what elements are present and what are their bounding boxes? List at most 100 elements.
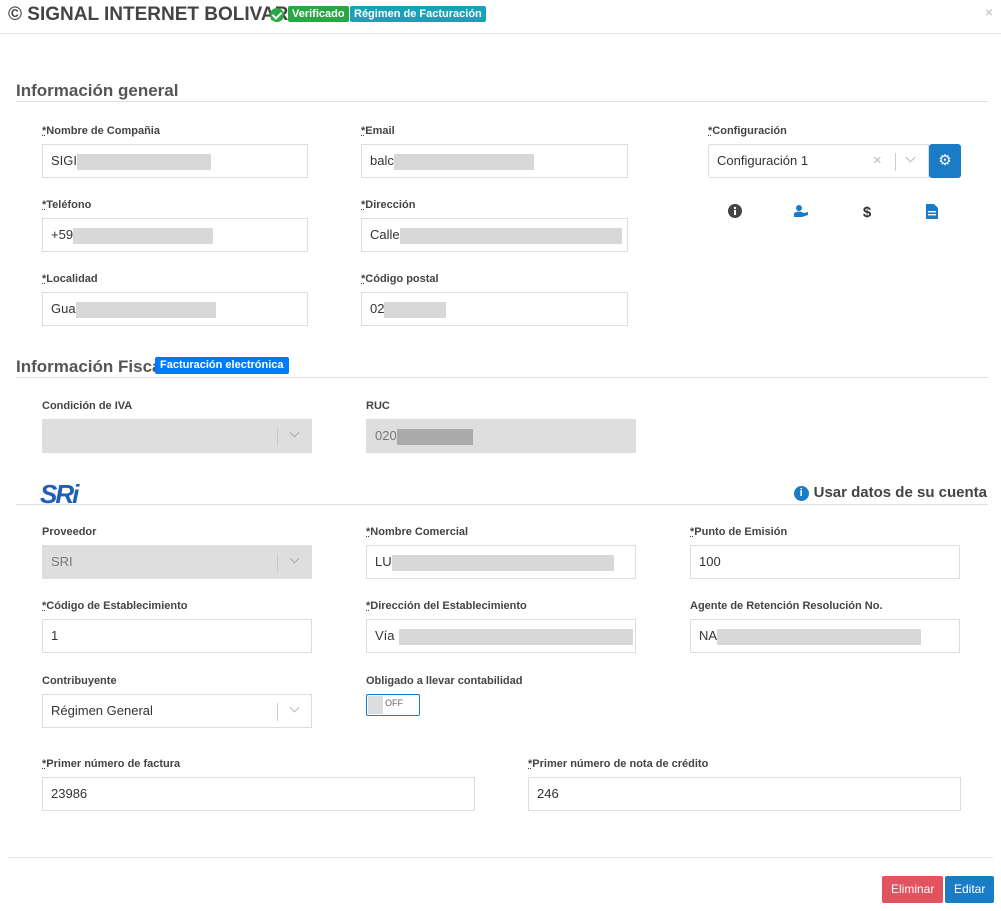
company-label: *Nombre de Compañia <box>42 125 160 137</box>
establishment-address-input[interactable]: Vía <box>366 619 636 653</box>
redacted-block <box>391 554 614 571</box>
redacted-block <box>384 301 447 318</box>
clear-icon[interactable]: × <box>873 145 882 177</box>
regimen-badge: Régimen de Facturación <box>350 6 486 22</box>
retention-agent-label: Agente de Retención Resolución No. <box>690 600 883 612</box>
general-section-title: Información general <box>16 81 179 100</box>
select-separator <box>895 153 896 171</box>
commercial-name-value: LU <box>375 554 392 569</box>
delete-button[interactable]: Eliminar <box>882 876 944 903</box>
modal-header: © SIGNAL INTERNET BOLIVAR Verificado Rég… <box>0 0 1001 34</box>
config-value: Configuración 1 <box>717 153 809 168</box>
select-separator <box>277 703 278 721</box>
provider-select: SRI <box>42 545 312 579</box>
gear-icon: ⚙ <box>938 152 952 169</box>
accounting-label: Obligado a llevar contabilidad <box>366 675 523 687</box>
verified-badge: Verificado <box>288 6 349 22</box>
required-marker: * <box>361 125 366 137</box>
required-marker: * <box>42 199 47 211</box>
redacted-block <box>393 153 534 170</box>
address-value: Calle <box>370 227 400 242</box>
required-marker: * <box>528 758 533 770</box>
ruc-label: RUC <box>366 400 390 412</box>
first-credit-note-label: *Primer número de nota de crédito <box>528 758 709 770</box>
document-icon[interactable] <box>922 204 942 223</box>
required-marker: * <box>42 600 47 612</box>
redacted-block <box>399 227 622 244</box>
dollar-icon[interactable]: $ <box>857 204 877 221</box>
section-divider <box>16 504 988 505</box>
use-account-data-link[interactable]: i Usar datos de su cuenta <box>793 484 987 501</box>
retention-agent-value: NA <box>699 628 718 643</box>
address-label: *Dirección <box>361 199 416 211</box>
required-marker: * <box>42 273 47 285</box>
emission-point-input[interactable]: 100 <box>690 545 960 579</box>
address-input[interactable]: Calle <box>361 218 628 252</box>
footer-divider <box>8 857 993 858</box>
ruc-value: 020 <box>375 428 397 443</box>
phone-value: +59 <box>51 227 74 242</box>
commercial-name-input[interactable]: LU <box>366 545 636 579</box>
postal-input[interactable]: 02 <box>361 292 628 326</box>
commercial-name-label: *Nombre Comercial <box>366 526 469 538</box>
chevron-down-icon[interactable] <box>905 152 916 163</box>
establishment-code-input[interactable]: 1 <box>42 619 312 653</box>
required-marker: * <box>366 526 371 538</box>
iva-select <box>42 419 312 453</box>
redacted-block <box>398 628 633 645</box>
required-marker: * <box>708 125 713 137</box>
establishment-code-label: *Código de Establecimiento <box>42 600 188 612</box>
email-label: *Email <box>361 125 395 137</box>
required-marker: * <box>42 758 47 770</box>
retention-agent-input[interactable]: NA <box>690 619 960 653</box>
taxpayer-label: Contribuyente <box>42 675 117 687</box>
redacted-block <box>717 628 922 645</box>
chevron-down-icon <box>289 553 300 564</box>
fiscal-section-title: Información Fiscal <box>16 357 167 376</box>
required-marker: * <box>361 199 366 211</box>
required-marker: * <box>42 125 47 137</box>
chevron-down-icon <box>289 427 300 438</box>
provider-value: SRI <box>51 554 73 569</box>
edit-button[interactable]: Editar <box>945 876 995 903</box>
close-icon[interactable]: × <box>985 4 993 20</box>
info-icon: i <box>793 486 809 501</box>
ruc-input: 020 <box>366 419 636 453</box>
info-icon[interactable] <box>725 204 745 222</box>
email-value: balc <box>370 153 394 168</box>
establishment-address-label: *Dirección del Establecimiento <box>366 600 527 612</box>
config-settings-button[interactable]: ⚙ <box>929 144 961 178</box>
config-label: *Configuración <box>708 125 787 137</box>
email-input[interactable]: balc <box>361 144 628 178</box>
phone-label: *Teléfono <box>42 199 92 211</box>
electronic-billing-badge: Facturación electrónica <box>155 357 289 374</box>
company-input[interactable]: SIGI <box>42 144 308 178</box>
required-marker: * <box>690 526 695 538</box>
first-credit-note-input[interactable]: 246 <box>528 777 961 811</box>
redacted-block <box>77 153 212 170</box>
chevron-down-icon[interactable] <box>289 702 300 713</box>
config-select[interactable]: Configuración 1 × <box>708 144 929 178</box>
taxpayer-value: Régimen General <box>51 703 153 718</box>
user-hand-icon[interactable] <box>791 204 811 222</box>
taxpayer-select[interactable]: Régimen General <box>42 694 312 728</box>
phone-input[interactable]: +59 <box>42 218 308 252</box>
first-invoice-label: *Primer número de factura <box>42 758 181 770</box>
redacted-block <box>73 227 214 244</box>
required-marker: * <box>366 600 371 612</box>
required-marker: * <box>361 273 366 285</box>
section-divider <box>16 377 988 378</box>
toggle-state: OFF <box>385 698 403 708</box>
toggle-knob <box>368 696 383 714</box>
redacted-block <box>75 301 216 318</box>
locality-label: *Localidad <box>42 273 98 285</box>
locality-input[interactable]: Gua <box>42 292 308 326</box>
accounting-toggle[interactable]: OFF <box>366 694 420 716</box>
provider-label: Proveedor <box>42 526 97 538</box>
select-separator <box>277 428 278 446</box>
first-invoice-input[interactable]: 23986 <box>42 777 475 811</box>
company-value: SIGI <box>51 153 78 168</box>
postal-label: *Código postal <box>361 273 439 285</box>
redacted-block <box>396 428 473 445</box>
postal-value: 02 <box>370 301 385 316</box>
